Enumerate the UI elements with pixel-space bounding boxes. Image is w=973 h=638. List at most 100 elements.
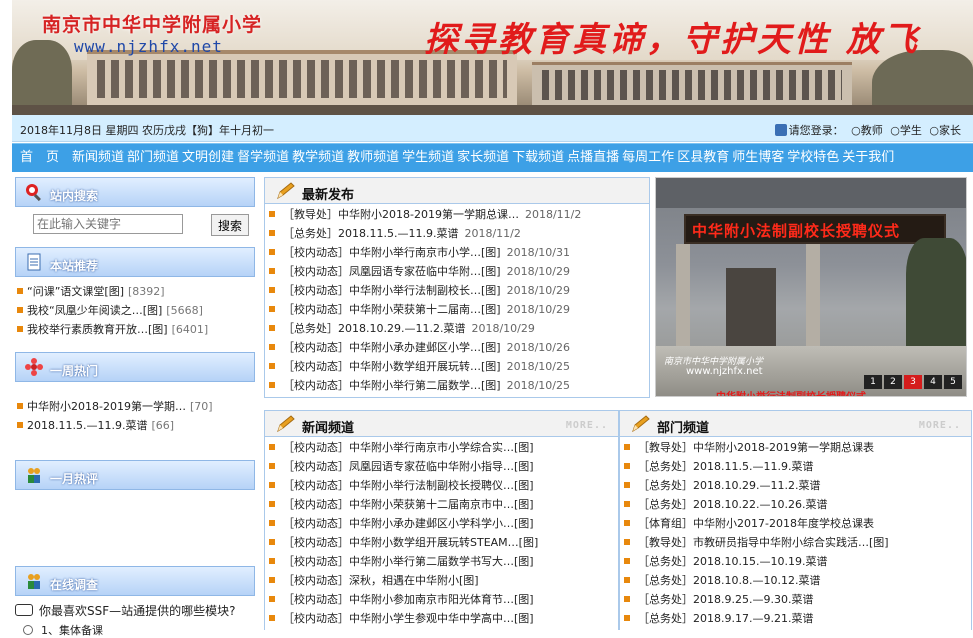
list-item[interactable]: ［校内动态］中华附小举行第二届数学书写大…[图] bbox=[265, 553, 618, 572]
list-item[interactable]: ［体育组］中华附小2017-2018年度学校总课表 bbox=[620, 515, 971, 534]
login-teacher-label: 教师 bbox=[860, 124, 883, 137]
sidebar: 站内搜索 搜索 本站推荐 “问课”语文课堂[图][8392] 我校“凤凰少年阅读… bbox=[13, 177, 256, 637]
list-item[interactable]: ［校内动态］中华附小数学组开展玩转STEAM…[图] bbox=[265, 534, 618, 553]
banner-building-windows bbox=[97, 60, 507, 98]
led-text: 中华附小法制副校长授聘仪式 bbox=[692, 222, 901, 240]
pencil-icon bbox=[632, 415, 650, 433]
list-item[interactable]: ［校内动态］中华附小举行南京市小学综合实…[图] bbox=[265, 439, 618, 458]
nav-parents[interactable]: 家长频道 bbox=[457, 144, 509, 172]
list-item[interactable]: ［校内动态］中华附小学生参观中华中学高中…[图] bbox=[265, 610, 618, 629]
page-button[interactable]: 2 bbox=[884, 375, 902, 389]
list-item[interactable]: ［总务处］2018.9.17.—9.21.菜谱 bbox=[620, 610, 971, 629]
list-item[interactable]: ［总务处］2018.10.15.—10.19.菜谱 bbox=[620, 553, 971, 572]
nav-home[interactable]: 首 页 bbox=[20, 144, 59, 172]
photo-doorway bbox=[726, 268, 776, 358]
list-item[interactable]: ［校内动态］凤凰园语专家莅临中华附…[图] 2018/10/29 bbox=[265, 263, 649, 282]
login-student-option[interactable]: ○学生 bbox=[890, 124, 922, 137]
dept-channel-header: 部门频道 MORE.. bbox=[620, 411, 971, 437]
nav-blogs[interactable]: 师生博客 bbox=[732, 144, 784, 172]
item-title: 中华附小2018-2019第一学期… bbox=[27, 400, 186, 413]
item-title: 2018.11.5.—11.9.菜谱 bbox=[27, 419, 148, 432]
item-count: [6401] bbox=[171, 323, 209, 336]
list-item[interactable]: ［校内动态］中华附小荣获第十二届南京市中…[图] bbox=[265, 496, 618, 515]
nav-features[interactable]: 学校特色 bbox=[787, 144, 839, 172]
list-item[interactable]: ［校内动态］中华附小举行南京市小学…[图] 2018/10/31 bbox=[265, 244, 649, 263]
search-form: 搜索 bbox=[33, 214, 249, 236]
nav-dept[interactable]: 部门频道 bbox=[127, 144, 179, 172]
photo-subtitle[interactable]: 中华附小举行法制副校长授聘仪式 bbox=[716, 388, 866, 396]
item-date: 2018/10/26 bbox=[506, 341, 570, 354]
item-title: ［校内动态］中华附小举行第二届数学…[图] bbox=[283, 379, 501, 392]
search-button[interactable]: 搜索 bbox=[211, 214, 249, 236]
page-button-active[interactable]: 3 bbox=[904, 375, 922, 389]
page-button[interactable]: 4 bbox=[924, 375, 942, 389]
nav-teaching[interactable]: 教学频道 bbox=[292, 144, 344, 172]
nav-civility[interactable]: 文明创建 bbox=[182, 144, 234, 172]
more-link[interactable]: MORE.. bbox=[566, 420, 608, 431]
list-item[interactable]: ［校内动态］中华附小承办建邺区小学科学小…[图] bbox=[265, 515, 618, 534]
date-text: 2018年11月8日 星期四 农历戊戌【狗】年十月初一 bbox=[20, 124, 274, 137]
list-item[interactable]: 我校举行素质教育开放…[图] [6401] bbox=[15, 321, 255, 340]
list-item[interactable]: 中华附小2018-2019第一学期… [70] bbox=[15, 398, 255, 417]
item-title: ［校内动态］凤凰园语专家莅临中华附…[图] bbox=[283, 265, 501, 278]
nav-video[interactable]: 点播直播 bbox=[567, 144, 619, 172]
list-item[interactable]: ［教导处］市教研员指导中华附小综合实践活…[图] bbox=[620, 534, 971, 553]
item-title: ［总务处］2018.11.5.—11.9.菜谱 bbox=[283, 227, 459, 240]
nav-supervision[interactable]: 督学频道 bbox=[237, 144, 289, 172]
school-url: www.njzhfx.net bbox=[74, 37, 223, 56]
list-item[interactable]: ［校内动态］中华附小参加南京市阳光体育节…[图] bbox=[265, 591, 618, 610]
list-item[interactable]: ［总务处］2018.10.29.—11.2.菜谱 bbox=[620, 477, 971, 496]
survey-option[interactable]: 1、集体备课 bbox=[23, 622, 103, 638]
item-date: 2018/10/29 bbox=[506, 265, 570, 278]
item-date: 2018/10/29 bbox=[471, 322, 535, 335]
item-date: 2018/10/29 bbox=[506, 284, 570, 297]
list-item[interactable]: “问课”语文课堂[图] [8392] bbox=[15, 283, 255, 302]
list-item[interactable]: ［校内动态］中华附小荣获第十二届南…[图] 2018/10/29 bbox=[265, 301, 649, 320]
login-student-label: 学生 bbox=[899, 124, 922, 137]
list-item[interactable]: ［教导处］中华附小2018-2019第一学期总课… 2018/11/2 bbox=[265, 206, 649, 225]
dept-channel-panel: 部门频道 MORE.. ［教导处］中华附小2018-2019第一学期总课表 ［总… bbox=[619, 410, 972, 630]
item-title: ［校内动态］中华附小举行法制副校长…[图] bbox=[283, 284, 501, 297]
list-item[interactable]: ［校内动态］中华附小承办建邺区小学…[图] 2018/10/26 bbox=[265, 339, 649, 358]
list-item[interactable]: ［总务处］2018.10.22.—10.26.菜谱 bbox=[620, 496, 971, 515]
more-link[interactable]: MORE.. bbox=[919, 420, 961, 431]
nav-news[interactable]: 新闻频道 bbox=[72, 144, 124, 172]
nav-about[interactable]: 关于我们 bbox=[842, 144, 894, 172]
latest-header: 最新发布 bbox=[265, 178, 649, 204]
latest-panel: 最新发布 ［教导处］中华附小2018-2019第一学期总课… 2018/11/2 … bbox=[264, 177, 650, 398]
search-input[interactable] bbox=[33, 214, 183, 234]
list-item[interactable]: ［总务处］2018.10.29.—11.2.菜谱 2018/10/29 bbox=[265, 320, 649, 339]
survey-header: 在线调查 bbox=[15, 566, 255, 596]
list-item[interactable]: ［校内动态］凤凰园语专家莅临中华附小指导…[图] bbox=[265, 458, 618, 477]
list-item[interactable]: ［总务处］2018.11.5.—11.9.菜谱 bbox=[620, 458, 971, 477]
list-item[interactable]: ［校内动态］中华附小举行法制副校长授聘仪…[图] bbox=[265, 477, 618, 496]
news-channel-title: 新闻频道 bbox=[302, 421, 355, 436]
news-channel-header: 新闻频道 MORE.. bbox=[265, 411, 618, 437]
recommend-header: 本站推荐 bbox=[15, 247, 255, 277]
nav-students[interactable]: 学生频道 bbox=[402, 144, 454, 172]
people-icon bbox=[28, 574, 40, 589]
list-item[interactable]: ［校内动态］深秋，相遇在中华附小[图] bbox=[265, 572, 618, 591]
login-parent-option[interactable]: ○家长 bbox=[929, 124, 961, 137]
login-teacher-option[interactable]: ○教师 bbox=[851, 124, 883, 137]
nav-district[interactable]: 区县教育 bbox=[677, 144, 729, 172]
list-item[interactable]: 我校“凤凰少年阅读之…[图] [5668] bbox=[15, 302, 255, 321]
search-icon bbox=[26, 184, 41, 202]
list-item[interactable]: ［校内动态］中华附小举行法制副校长…[图] 2018/10/29 bbox=[265, 282, 649, 301]
item-title: ［总务处］2018.10.29.—11.2.菜谱 bbox=[283, 322, 466, 335]
nav-teachers[interactable]: 教师频道 bbox=[347, 144, 399, 172]
list-item[interactable]: ［校内动态］中华附小举行第二届数学…[图] 2018/10/25 bbox=[265, 377, 649, 396]
list-item[interactable]: ［总务处］2018.11.5.—11.9.菜谱 2018/11/2 bbox=[265, 225, 649, 244]
list-item[interactable]: ［总务处］2018.10.8.—10.12.菜谱 bbox=[620, 572, 971, 591]
nav-downloads[interactable]: 下载频道 bbox=[512, 144, 564, 172]
photo-slideshow[interactable]: 中华附小法制副校长授聘仪式 南京市中华中学附属小学 www.njzhfx.net… bbox=[655, 177, 967, 397]
list-item[interactable]: ［校内动态］中华附小数学组开展玩转…[图] 2018/10/25 bbox=[265, 358, 649, 377]
page-button[interactable]: 5 bbox=[944, 375, 962, 389]
nav-weekly-work[interactable]: 每周工作 bbox=[622, 144, 674, 172]
list-item[interactable]: ［总务处］2018.9.25.—9.30.菜谱 bbox=[620, 591, 971, 610]
pencil-icon bbox=[277, 182, 295, 200]
radio-button[interactable] bbox=[23, 625, 33, 635]
page-button[interactable]: 1 bbox=[864, 375, 882, 389]
list-item[interactable]: ［教导处］中华附小2018-2019第一学期总课表 bbox=[620, 439, 971, 458]
list-item[interactable]: 2018.11.5.—11.9.菜谱 [66] bbox=[15, 417, 255, 436]
